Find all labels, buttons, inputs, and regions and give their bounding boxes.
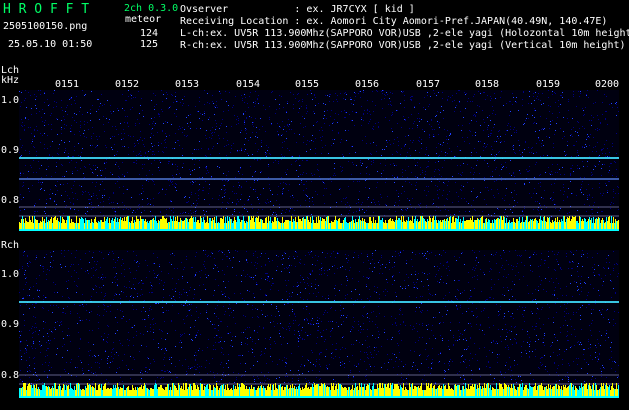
- freq-tick-rch: 1.0: [1, 269, 20, 280]
- freq-tick-lch: 0.8: [1, 195, 20, 206]
- meteor-label: meteor: [125, 14, 162, 25]
- power-baseline: [19, 396, 619, 398]
- time-tick: 0156: [354, 79, 380, 90]
- freq-tick-rch: 0.9: [1, 319, 20, 330]
- time-tick: 0154: [235, 79, 261, 90]
- rch-label: Rch: [1, 240, 20, 251]
- location-line: Receiving Location : ex. Aomori City Aom…: [180, 16, 608, 27]
- meteor-count-r: 125: [139, 39, 158, 50]
- observer-line: Ovserver : ex. JR7CYX [ kid ]: [180, 4, 415, 15]
- power-baseline: [19, 229, 619, 231]
- time-tick: 0151: [54, 79, 80, 90]
- file-name: 2505100150.png: [3, 21, 88, 32]
- time-tick: 0200: [594, 79, 620, 90]
- meteor-count-l: 124: [139, 28, 158, 39]
- rch-info-line: R-ch:ex. UV5R 113.900Mhz(SAPPORO VOR)USB…: [180, 40, 626, 51]
- spectrogram-background: [19, 90, 619, 231]
- app-version: 2ch 0.3.0: [124, 3, 179, 14]
- freq-tick-lch: 1.0: [1, 95, 20, 106]
- lch-spectrogram: [19, 90, 619, 231]
- freq-tick-rch: 0.8: [1, 370, 20, 381]
- time-tick: 0152: [114, 79, 140, 90]
- time-tick: 0155: [294, 79, 320, 90]
- rch-spectrogram: [19, 250, 619, 398]
- lch-info-line: L-ch:ex. UV5R 113.900Mhz(SAPPORO VOR)USB…: [180, 28, 629, 39]
- date-time: 25.05.10 01:50: [8, 39, 93, 50]
- time-tick: 0157: [415, 79, 441, 90]
- khz-label: kHz: [1, 75, 20, 86]
- time-tick: 0153: [174, 79, 200, 90]
- freq-tick-lch: 0.9: [1, 145, 20, 156]
- lch-spectrogram-canvas: [19, 90, 619, 231]
- time-tick: 0159: [535, 79, 561, 90]
- time-tick: 0158: [474, 79, 500, 90]
- app-title: H R O F F T: [3, 2, 90, 17]
- rch-spectrogram-canvas: [19, 250, 619, 398]
